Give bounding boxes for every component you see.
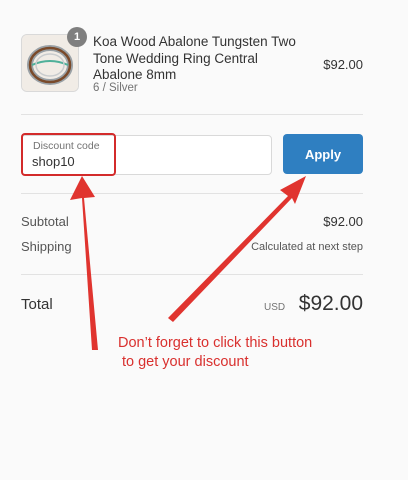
- shipping-value: Calculated at next step: [251, 241, 363, 253]
- currency-code: USD: [264, 302, 286, 313]
- discount-code-value[interactable]: shop10: [32, 154, 75, 169]
- discount-code-label: Discount code: [33, 140, 100, 152]
- annotation-line-2: to get your discount: [122, 354, 249, 370]
- product-price: $92.00: [323, 57, 363, 72]
- checkout-order-summary: 1 Koa Wood Abalone Tungsten Two Tone Wed…: [0, 0, 408, 480]
- subtotal-label: Subtotal: [21, 214, 69, 229]
- shipping-label: Shipping: [21, 239, 72, 254]
- total-label: Total: [21, 296, 53, 313]
- subtotal-value: $92.00: [323, 214, 363, 229]
- product-variant: 6 / Silver: [93, 82, 138, 94]
- product-title: Koa Wood Abalone Tungsten Two Tone Weddi…: [93, 34, 296, 82]
- total-value: $92.00: [298, 292, 363, 315]
- apply-discount-button[interactable]: Apply: [283, 134, 363, 174]
- quantity-badge: 1: [67, 27, 87, 47]
- divider: [21, 114, 363, 115]
- annotation-text: Don’t forget to click this button to get…: [118, 334, 368, 372]
- annotation-line-1: Don’t forget to click this button: [118, 335, 313, 351]
- divider: [21, 193, 363, 194]
- arrow-to-discount-field: [70, 176, 98, 350]
- divider: [21, 274, 363, 275]
